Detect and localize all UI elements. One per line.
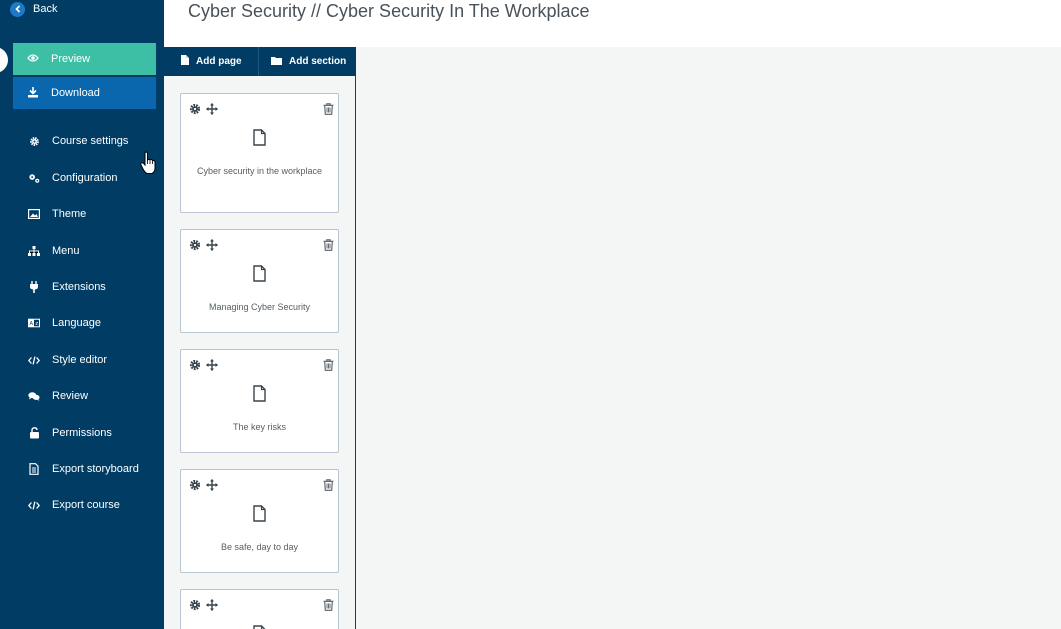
sidebar-item-label: Style editor bbox=[52, 354, 108, 366]
sidebar-item-language[interactable]: Az Language bbox=[28, 314, 101, 332]
trash-icon[interactable] bbox=[323, 102, 334, 120]
document-icon bbox=[253, 129, 266, 146]
preview-label: Preview bbox=[51, 53, 91, 65]
move-icon[interactable] bbox=[206, 478, 218, 496]
sidebar-item-label: Language bbox=[52, 317, 101, 329]
eye-icon bbox=[27, 53, 39, 66]
folder-icon bbox=[271, 56, 282, 68]
back-button[interactable]: Back bbox=[10, 1, 57, 17]
download-label: Download bbox=[51, 87, 100, 99]
trash-icon[interactable] bbox=[323, 478, 334, 496]
comments-icon bbox=[28, 390, 40, 402]
download-icon bbox=[27, 86, 39, 101]
trash-icon[interactable] bbox=[323, 358, 334, 376]
hand-cursor-icon bbox=[140, 151, 156, 174]
gear-icon[interactable] bbox=[189, 598, 201, 616]
sidebar-item-export-course[interactable]: Export course bbox=[28, 496, 120, 514]
gear-icon[interactable] bbox=[189, 478, 201, 496]
sidebar-item-label: Menu bbox=[52, 245, 80, 257]
page-card[interactable]: Cyber security in the workplace bbox=[180, 93, 339, 213]
preview-button[interactable]: Preview bbox=[13, 43, 156, 75]
sidebar-edge-handle[interactable] bbox=[0, 47, 8, 73]
document-icon bbox=[253, 505, 266, 522]
add-section-button[interactable]: Add section bbox=[259, 47, 356, 76]
chevron-left-icon bbox=[10, 1, 25, 17]
document-icon bbox=[253, 265, 266, 282]
document-icon bbox=[253, 385, 266, 402]
sidebar-item-label: Review bbox=[52, 390, 89, 402]
page-card-title: Be safe, day to day bbox=[220, 542, 299, 552]
move-icon[interactable] bbox=[206, 102, 218, 120]
sidebar-item-label: Theme bbox=[52, 208, 87, 220]
file-text-icon bbox=[28, 463, 40, 475]
page-card[interactable]: The key risks bbox=[180, 349, 339, 453]
page-card-title: Managing Cyber Security bbox=[208, 302, 311, 312]
document-icon bbox=[253, 625, 266, 629]
sidebar-item-style-editor[interactable]: Style editor bbox=[28, 351, 107, 369]
sidebar-item-export-storyboard[interactable]: Export storyboard bbox=[28, 460, 139, 478]
move-icon[interactable] bbox=[206, 238, 218, 256]
download-button[interactable]: Download bbox=[13, 77, 156, 109]
pages-toolbar: Add page Add section bbox=[164, 47, 356, 76]
sitemap-icon bbox=[28, 245, 40, 257]
code-icon bbox=[28, 499, 40, 511]
language-icon: Az bbox=[28, 317, 40, 329]
add-page-label: Add page bbox=[196, 56, 242, 67]
gears-icon bbox=[28, 172, 40, 184]
gear-icon[interactable] bbox=[189, 358, 201, 376]
sidebar-item-label: Export course bbox=[52, 499, 120, 511]
pages-column[interactable]: Add page Add section Cyber security in t… bbox=[164, 47, 356, 629]
move-icon[interactable] bbox=[206, 358, 218, 376]
editor-canvas[interactable] bbox=[357, 47, 1061, 629]
sidebar-item-course-settings[interactable]: Course settings bbox=[28, 132, 128, 150]
sidebar-item-permissions[interactable]: Permissions bbox=[28, 424, 112, 442]
sidebar-item-extensions[interactable]: Extensions bbox=[28, 278, 106, 296]
add-section-label: Add section bbox=[289, 56, 347, 67]
image-icon bbox=[28, 208, 40, 220]
svg-text:z: z bbox=[35, 321, 38, 327]
move-icon[interactable] bbox=[206, 598, 218, 616]
code-icon bbox=[28, 354, 40, 366]
sidebar: Back Preview Download Course settings Co… bbox=[0, 0, 164, 629]
sidebar-item-label: Course settings bbox=[52, 135, 129, 147]
sidebar-item-menu[interactable]: Menu bbox=[28, 242, 80, 260]
page-card-title: The key risks bbox=[232, 422, 286, 432]
gear-icon bbox=[28, 135, 40, 147]
page-title: Cyber Security // Cyber Security In The … bbox=[188, 1, 590, 21]
sidebar-item-label: Export storyboard bbox=[52, 463, 139, 475]
plug-icon bbox=[28, 281, 40, 293]
sidebar-item-configuration[interactable]: Configuration bbox=[28, 169, 117, 187]
gear-icon[interactable] bbox=[189, 102, 201, 120]
back-label: Back bbox=[33, 3, 58, 15]
unlock-icon bbox=[28, 427, 40, 439]
page-card[interactable] bbox=[180, 589, 339, 629]
svg-text:A: A bbox=[29, 321, 33, 327]
add-page-button[interactable]: Add page bbox=[164, 47, 259, 76]
sidebar-item-theme[interactable]: Theme bbox=[28, 205, 86, 223]
trash-icon[interactable] bbox=[323, 238, 334, 256]
sidebar-item-label: Permissions bbox=[52, 427, 112, 439]
page-card[interactable]: Managing Cyber Security bbox=[180, 229, 339, 333]
page-card-title: Cyber security in the workplace bbox=[196, 166, 323, 176]
header: Cyber Security // Cyber Security In The … bbox=[164, 0, 1061, 47]
page-card[interactable]: Be safe, day to day bbox=[180, 469, 339, 573]
trash-icon[interactable] bbox=[323, 598, 334, 616]
file-icon bbox=[181, 55, 189, 68]
gear-icon[interactable] bbox=[189, 238, 201, 256]
sidebar-item-review[interactable]: Review bbox=[28, 387, 88, 405]
sidebar-item-label: Extensions bbox=[52, 281, 106, 293]
sidebar-item-label: Configuration bbox=[52, 172, 118, 184]
